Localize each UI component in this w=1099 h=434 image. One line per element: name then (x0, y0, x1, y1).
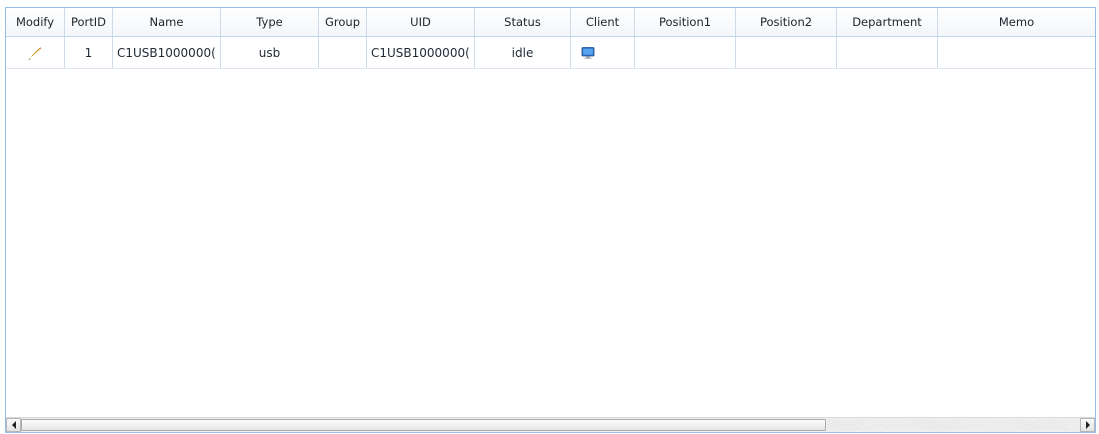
position1-cell (635, 37, 736, 68)
uid-cell: C1USB1000000( (367, 37, 475, 68)
column-header-modify[interactable]: Modify (6, 8, 65, 36)
port-id-cell: 1 (65, 37, 113, 68)
type-cell: usb (221, 37, 319, 68)
scroll-left-button[interactable] (6, 418, 21, 432)
department-cell (837, 37, 938, 68)
horizontal-scrollbar[interactable] (6, 417, 1095, 432)
column-header-memo[interactable]: Memo (938, 8, 1095, 36)
left-arrow-icon (11, 421, 16, 429)
scroll-right-button[interactable] (1080, 418, 1095, 432)
port-grid: Modify PortID Name Type Group UID Status… (5, 7, 1096, 433)
column-header-type[interactable]: Type (221, 8, 319, 36)
group-cell (319, 37, 367, 68)
column-header-group[interactable]: Group (319, 8, 367, 36)
status-cell: idle (475, 37, 571, 68)
position2-cell (736, 37, 837, 68)
memo-cell (938, 37, 1095, 68)
column-header-client[interactable]: Client (571, 8, 635, 36)
column-header-portid[interactable]: PortID (65, 8, 113, 36)
scrollbar-thumb[interactable] (21, 419, 826, 431)
name-cell: C1USB1000000( (113, 37, 221, 68)
column-header-position1[interactable]: Position1 (635, 8, 736, 36)
pencil-icon[interactable] (27, 45, 43, 61)
table-row[interactable]: 1 C1USB1000000( usb C1USB1000000( idle (6, 37, 1095, 69)
monitor-icon[interactable] (581, 46, 595, 60)
modify-cell[interactable] (6, 37, 65, 68)
client-cell[interactable] (571, 37, 635, 68)
column-header-status[interactable]: Status (475, 8, 571, 36)
column-header-position2[interactable]: Position2 (736, 8, 837, 36)
column-header-name[interactable]: Name (113, 8, 221, 36)
right-arrow-icon (1085, 421, 1090, 429)
grid-header: Modify PortID Name Type Group UID Status… (6, 8, 1095, 37)
scrollbar-track[interactable] (827, 419, 1080, 431)
column-header-uid[interactable]: UID (367, 8, 475, 36)
column-header-department[interactable]: Department (837, 8, 938, 36)
